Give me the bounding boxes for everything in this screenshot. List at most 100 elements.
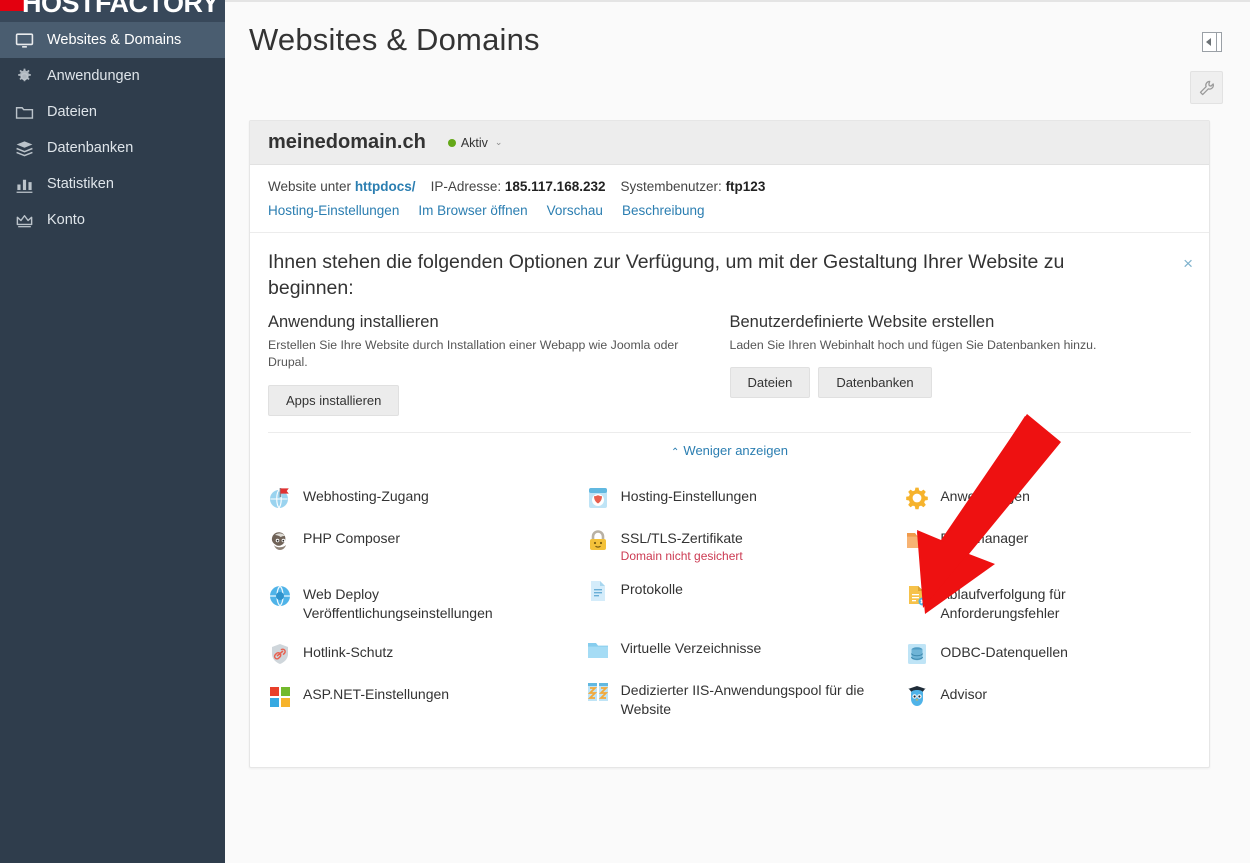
promo-title: Ihnen stehen die folgenden Optionen zur …: [268, 251, 1065, 300]
tool-label-line2: Website: [620, 701, 671, 718]
tool-dateimanager[interactable]: Dateimanager: [905, 527, 1209, 569]
link-hosting-einstellungen[interactable]: Hosting-Einstellungen: [268, 203, 399, 218]
apps-installieren-button[interactable]: Apps installieren: [268, 384, 400, 416]
brand-mark-icon: [0, 0, 24, 11]
tool-label: Protokolle: [620, 580, 683, 597]
tool-advisor[interactable]: Advisor: [905, 683, 1209, 725]
tool-virtuelle-verzeichnisse[interactable]: Virtuelle Verzeichnisse: [586, 637, 890, 679]
tool-label-wrap: Advisor: [940, 683, 987, 705]
sidebar-item-statistiken[interactable]: Statistiken: [0, 166, 225, 202]
tool-ablaufverfolgung-anforderungsfehler[interactable]: Ablaufverfolgung für Anforderungsfehler: [905, 583, 1209, 641]
sidebar-item-anwendungen[interactable]: Anwendungen: [0, 58, 225, 94]
tool-label-line2: Veröffentlichungseinstellungen: [303, 605, 493, 622]
tool-anwendungen[interactable]: Anwendungen: [905, 485, 1209, 527]
tool-label: Hotlink-Schutz: [303, 643, 394, 660]
tool-protokolle[interactable]: Protokolle: [586, 578, 890, 620]
promo-buttons: Dateien Datenbanken: [729, 367, 1192, 399]
show-less-link[interactable]: ⌃ Weniger anzeigen: [671, 443, 788, 458]
tool-ssl-tls-zertifikate[interactable]: SSL/TLS-Zertifikate Domain nicht gesiche…: [586, 527, 890, 569]
tool-grid-column-3: Anwendungen Dateimanager Ablaufverfolgun…: [889, 485, 1209, 737]
sidebar-item-websites-domains[interactable]: Websites & Domains: [0, 22, 225, 58]
tool-odbc-datenquellen[interactable]: ODBC-Datenquellen: [905, 641, 1209, 683]
hosting-settings-icon: [586, 486, 610, 510]
sysuser-value: ftp123: [725, 179, 766, 194]
crown-icon: [15, 211, 34, 230]
tool-webhosting-zugang[interactable]: Webhosting-Zugang: [268, 485, 570, 527]
status-badge[interactable]: Aktiv ⌄: [447, 135, 502, 150]
tool-label: PHP Composer: [303, 529, 401, 546]
tool-aspnet-einstellungen[interactable]: ASP.NET-Einstellungen: [268, 683, 570, 725]
promo-footer: ⌃ Weniger anzeigen: [268, 431, 1191, 467]
tool-label: Advisor: [940, 685, 988, 702]
tool-grid-column-2: Hosting-Einstellungen SSL/TLS-Zertifikat…: [570, 485, 890, 737]
folder-blue-icon: [586, 638, 610, 662]
tool-web-deploy[interactable]: Web Deploy Veröffentlichungseinstellunge…: [268, 583, 570, 641]
brand-name: HOSTFACTORY: [22, 0, 220, 18]
domain-card: meinedomain.ch Aktiv ⌄ Website unter htt…: [249, 120, 1210, 768]
tool-label-wrap: Dedizierter IIS-Anwendungspool für die W…: [621, 679, 865, 721]
tool-label-wrap: Hotlink-Schutz: [303, 641, 393, 663]
sidebar: HOSTFACTORY Websites & Domains Anwendung…: [0, 0, 225, 863]
sidebar-item-datenbanken[interactable]: Datenbanken: [0, 130, 225, 166]
tool-label-wrap: Ablaufverfolgung für Anforderungsfehler: [940, 583, 1065, 625]
advisor-owl-icon: [905, 684, 929, 708]
composer-icon: [268, 528, 292, 552]
gear-orange-icon: [905, 486, 929, 510]
close-icon[interactable]: ×: [1183, 255, 1193, 272]
ip-label: IP-Adresse:: [430, 179, 502, 194]
tool-label-wrap: PHP Composer: [303, 527, 400, 549]
log-file-icon: [586, 579, 610, 603]
tool-label-wrap: SSL/TLS-Zertifikate Domain nicht gesiche…: [621, 527, 743, 564]
tool-label: Web Deploy: [303, 585, 380, 602]
odbc-icon: [905, 642, 929, 666]
site-path-link[interactable]: httpdocs/: [355, 179, 416, 194]
sidebar-item-label: Websites & Domains: [47, 32, 182, 48]
link-vorschau[interactable]: Vorschau: [547, 203, 603, 218]
tool-label-wrap: Dateimanager: [940, 527, 1028, 549]
domain-action-links: Hosting-Einstellungen Im Browser öffnen …: [268, 203, 1191, 218]
domain-card-header: meinedomain.ch Aktiv ⌄: [250, 121, 1209, 165]
tool-label: ODBC-Datenquellen: [940, 643, 1068, 660]
aspnet-icon: [268, 684, 292, 708]
tool-label-wrap: ODBC-Datenquellen: [940, 641, 1068, 663]
monitor-icon: [15, 31, 34, 50]
tool-dedizierter-iis-anwendungspool[interactable]: Dedizierter IIS-Anwendungspool für die W…: [586, 679, 890, 737]
gear-icon: [15, 67, 34, 86]
link-im-browser-oeffnen[interactable]: Im Browser öffnen: [418, 203, 527, 218]
promo-columns: Anwendung installieren Erstellen Sie Ihr…: [268, 313, 1191, 416]
dateien-button[interactable]: Dateien: [729, 367, 811, 399]
trace-error-icon: [905, 584, 929, 608]
tool-label: SSL/TLS-Zertifikate: [620, 529, 743, 546]
tool-hosting-einstellungen[interactable]: Hosting-Einstellungen: [586, 485, 890, 527]
link-beschreibung[interactable]: Beschreibung: [622, 203, 705, 218]
tool-label-wrap: Hosting-Einstellungen: [621, 485, 757, 507]
promo-heading: Benutzerdefinierte Website erstellen: [729, 312, 995, 331]
collapse-panel-arrow: [1206, 38, 1211, 46]
sysuser-label: Systembenutzer:: [620, 179, 722, 194]
sidebar-item-konto[interactable]: Konto: [0, 202, 225, 238]
sidebar-item-dateien[interactable]: Dateien: [0, 94, 225, 130]
tool-php-composer[interactable]: PHP Composer: [268, 527, 570, 569]
domain-meta-row: Website unter httpdocs/ IP-Adresse: 185.…: [268, 179, 1191, 194]
tool-label: Anwendungen: [940, 487, 1030, 504]
sidebar-item-label: Anwendungen: [47, 68, 140, 84]
tool-label-wrap: Web Deploy Veröffentlichungseinstellunge…: [303, 583, 493, 625]
iis-pool-icon: [586, 680, 610, 704]
tool-hotlink-schutz[interactable]: Hotlink-Schutz: [268, 641, 570, 683]
site-prefix-label: Website unter: [268, 179, 352, 194]
tool-label-wrap: ASP.NET-Einstellungen: [303, 683, 449, 705]
tool-grid: Webhosting-Zugang PHP Composer Web Deplo…: [250, 467, 1209, 767]
domain-meta: Website unter httpdocs/ IP-Adresse: 185.…: [250, 165, 1209, 233]
wrench-icon[interactable]: [1190, 71, 1223, 104]
folder-orange-icon: [905, 528, 929, 552]
brand-logo[interactable]: HOSTFACTORY: [0, 0, 225, 22]
collapse-panel-icon[interactable]: [1202, 32, 1222, 52]
ip-value: 185.117.168.232: [504, 179, 606, 194]
promo-heading: Anwendung installieren: [268, 312, 439, 331]
status-label: Aktiv: [460, 135, 488, 150]
promo-buttons: Apps installieren: [268, 384, 730, 416]
promo-block: Ihnen stehen die folgenden Optionen zur …: [250, 233, 1209, 467]
web-deploy-icon: [268, 584, 292, 608]
sidebar-item-label: Dateien: [47, 104, 97, 120]
datenbanken-button[interactable]: Datenbanken: [818, 367, 932, 399]
